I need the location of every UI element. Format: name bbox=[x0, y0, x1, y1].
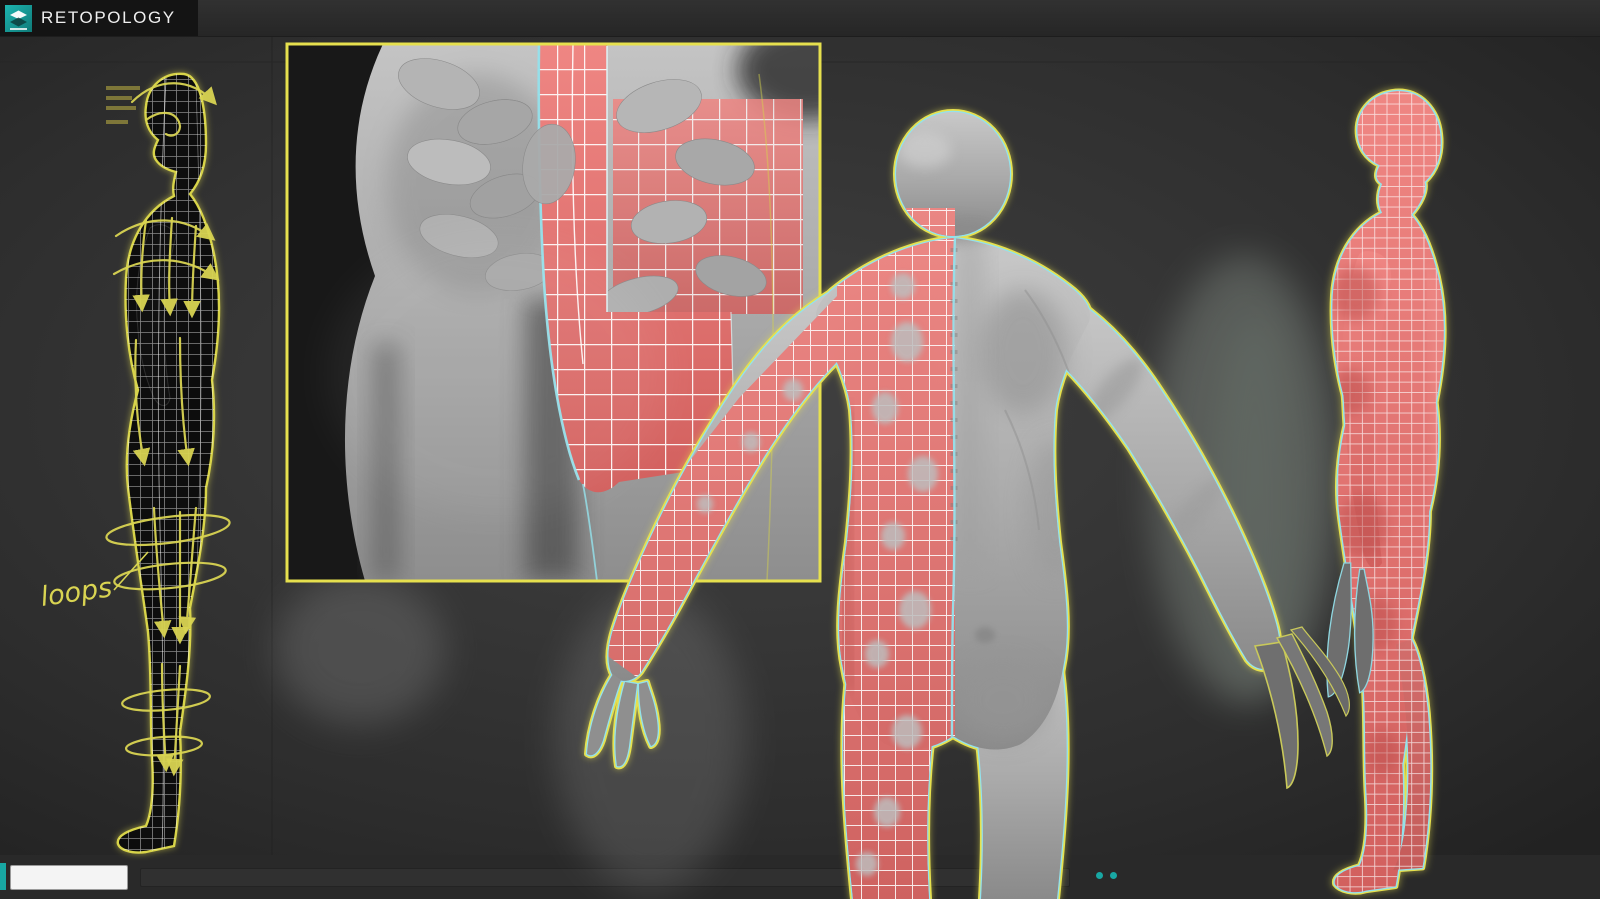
panel-scrollbar[interactable] bbox=[1595, 106, 1598, 426]
status-indicator-dot bbox=[1110, 872, 1117, 879]
toolbar-icon[interactable]: ∠ bbox=[946, 39, 966, 59]
viewport-stats-bars bbox=[106, 86, 140, 124]
toolbar-icon[interactable]: ⟲ bbox=[874, 39, 894, 59]
spine-guide-line bbox=[949, 235, 957, 899]
3ds-max-logo-icon bbox=[5, 4, 32, 32]
claw-hand bbox=[1326, 562, 1374, 698]
command-tab-icon[interactable]: + bbox=[1438, 42, 1456, 60]
command-panel-rollouts[interactable] bbox=[1434, 72, 1591, 887]
command-tab-icon[interactable]: ◔ bbox=[1513, 42, 1531, 60]
command-tab-icon[interactable]: ⚙ bbox=[1488, 42, 1506, 60]
status-accent bbox=[0, 863, 6, 890]
inset-detail-panel bbox=[285, 42, 822, 583]
toolbar-icon-group: ⊞ ⟲ ⟳ ⊕ ∠ ◧ ▦ ◈ ◻ ⌖ bbox=[850, 39, 1086, 59]
toolbar-icon[interactable]: ⊕ bbox=[922, 39, 942, 59]
status-bar bbox=[0, 854, 1600, 899]
toolbar-icon[interactable]: ⊟ bbox=[1200, 39, 1220, 59]
retopo-patch-right bbox=[613, 99, 803, 314]
command-panel: + ≈ ⚙ ◔ ▢ ≣ bbox=[1427, 36, 1600, 899]
retopo-strip bbox=[537, 44, 736, 581]
viewport-canvas[interactable] bbox=[0, 36, 1600, 855]
viewport-background bbox=[0, 36, 1600, 890]
toolbar-icon[interactable]: ◻ bbox=[1042, 39, 1062, 59]
toolbar-icon[interactable]: ≡ bbox=[1152, 39, 1172, 59]
blurred-background-sculpt bbox=[1150, 255, 1340, 705]
toolbar-icon[interactable]: ◇ bbox=[1176, 39, 1196, 59]
timeline-track[interactable] bbox=[140, 868, 1070, 887]
loop-guide-arrows bbox=[105, 82, 231, 777]
page-title: RETOPOLOGY bbox=[41, 8, 176, 27]
toolbar-icon[interactable]: ◈ bbox=[1018, 39, 1038, 59]
sculpt-body-back-view bbox=[555, 112, 1280, 899]
command-tab-icon[interactable]: ▢ bbox=[1538, 42, 1556, 60]
application-window: RETOPOLOGY ⊞ ⟲ ⟳ ⊕ ∠ ◧ ▦ ◈ ◻ ⌖ ≡ ◇ ⊟ + ≈… bbox=[0, 0, 1600, 899]
loops-annotation: loops bbox=[39, 572, 114, 613]
claw-hand-right bbox=[1253, 626, 1350, 790]
loops-leader-line bbox=[113, 551, 149, 591]
viewport-scene: loops bbox=[0, 36, 1600, 899]
inset-panel-border bbox=[285, 42, 822, 583]
toolbar-icon-group: ≡ ◇ ⊟ bbox=[1152, 39, 1220, 59]
wireframe-figure-side-view bbox=[105, 72, 231, 854]
toolbar-icon[interactable]: ◧ bbox=[970, 39, 990, 59]
mini-listener-field[interactable] bbox=[10, 865, 128, 890]
retopo-overlay-left-half bbox=[608, 208, 955, 899]
top-menu-bar: RETOPOLOGY bbox=[0, 0, 1600, 37]
toolbar-icon[interactable]: ⟳ bbox=[898, 39, 918, 59]
command-tab-icon[interactable]: ≈ bbox=[1463, 42, 1481, 60]
command-panel-tabs: + ≈ ⚙ ◔ ▢ ≣ bbox=[1428, 36, 1600, 64]
command-tab-icon[interactable]: ≣ bbox=[1563, 42, 1581, 60]
main-toolbar: ⊞ ⟲ ⟳ ⊕ ∠ ◧ ▦ ◈ ◻ ⌖ ≡ ◇ ⊟ bbox=[0, 36, 1428, 63]
toolbar-icon-active[interactable]: ⌖ bbox=[1066, 39, 1086, 59]
toolbar-icon[interactable]: ▦ bbox=[994, 39, 1014, 59]
claw-hand-left bbox=[587, 674, 658, 767]
brand-block: RETOPOLOGY bbox=[0, 0, 198, 36]
sculpt-intestines bbox=[398, 58, 767, 317]
toolbar-icon[interactable]: ⊞ bbox=[850, 39, 870, 59]
status-indicator-dot bbox=[1096, 872, 1103, 879]
